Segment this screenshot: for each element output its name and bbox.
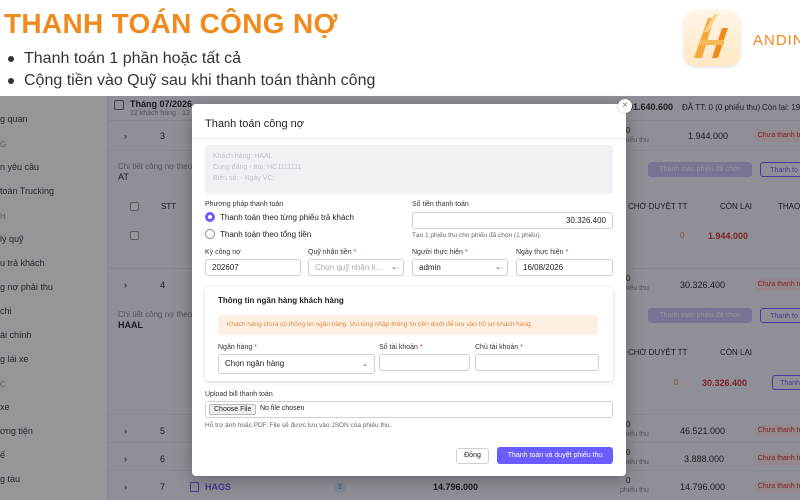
submit-payment-button[interactable]: Thanh toán và duyệt phiếu thu <box>497 447 613 464</box>
info-customer: Khách hàng: HAAL <box>213 153 273 160</box>
bullet-list: Thanh toán 1 phần hoặc tất cả Cộng tiền … <box>8 48 375 92</box>
divider <box>192 138 626 139</box>
upload-label: Upload bill thanh toán <box>205 391 273 398</box>
close-button[interactable]: Đóng <box>456 448 489 464</box>
info-vehicle: Biển số: - Ngày VC: <box>213 175 275 182</box>
account-owner-input[interactable] <box>475 354 599 371</box>
account-owner-label: Chủ tài khoản * <box>475 344 523 351</box>
bank-select[interactable]: Chọn ngân hàng ⌄ <box>218 354 375 374</box>
chevron-down-icon: ⌄ <box>362 361 368 368</box>
info-box: Khách hàng: HAAL Cung đăng - trài: HC111… <box>205 145 613 194</box>
slide-title: THANH TOÁN CÔNG NỢ <box>4 8 338 39</box>
date-label: Ngày thực hiện * <box>516 249 569 256</box>
logo-icon <box>694 14 728 58</box>
fund-select[interactable]: Chọn quỹ nhận ti... ⌄ <box>308 259 404 276</box>
account-number-label: Số tài khoản * <box>379 344 423 351</box>
upload-hint: Hỗ trợ ảnh hoặc PDF. File sẽ được lưu và… <box>205 422 392 429</box>
chevron-down-icon: ⌄ <box>391 264 397 271</box>
file-status: No file chosen <box>260 405 305 412</box>
radio-total-label[interactable]: Thanh toán theo tổng tiền <box>220 230 311 239</box>
amount-input[interactable]: 30.326.400 <box>412 212 613 229</box>
payment-modal: Thanh toán công nợ Khách hàng: HAAL Cung… <box>192 104 626 476</box>
brand-name: ANDIN <box>753 32 800 49</box>
bullet-dot-icon <box>8 56 14 62</box>
bank-warning: Khách hàng chưa có thông tin ngân hàng. … <box>218 315 598 335</box>
fund-label: Quỹ nhận tiền * <box>308 249 357 256</box>
radio-total[interactable] <box>205 229 215 239</box>
bullet-item: Cộng tiền vào Quỹ sau khi thanh toán thà… <box>8 70 375 92</box>
receiver-select[interactable]: admin ⌄ <box>412 259 508 276</box>
bank-label: Ngân hàng * <box>218 344 257 351</box>
period-label: Kỳ công nợ <box>205 249 241 256</box>
period-input[interactable]: 202607 <box>205 259 301 276</box>
slide-header: THANH TOÁN CÔNG NỢ Thanh toán 1 phần hoặ… <box>0 0 800 96</box>
date-input[interactable]: 16/08/2026 <box>516 259 613 276</box>
account-number-input[interactable] <box>379 354 470 371</box>
modal-title: Thanh toán công nợ <box>205 118 304 130</box>
info-debt: Cung đăng - trài: HC1111111 <box>213 164 302 171</box>
radio-each-receipt-label[interactable]: Thanh toán theo từng phiếu trả khách <box>220 213 354 222</box>
bullet-dot-icon <box>8 78 14 84</box>
chevron-down-icon: ⌄ <box>495 264 501 271</box>
bank-info-card: Thông tin ngân hàng khách hàng Khách hàn… <box>205 287 613 381</box>
receiver-label: Người thực hiện * <box>412 249 468 256</box>
close-icon[interactable]: × <box>618 99 632 113</box>
method-label: Phương pháp thanh toán <box>205 201 284 208</box>
choose-file-button[interactable]: Choose File <box>209 404 257 415</box>
amount-hint: Tạo 1 phiếu thu cho phiếu đã chọn (1 phi… <box>412 232 542 239</box>
amount-label: Số tiền thanh toán <box>412 201 469 208</box>
bullet-item: Thanh toán 1 phần hoặc tất cả <box>8 48 375 70</box>
upload-file-input[interactable]: Choose File No file chosen <box>205 401 613 418</box>
radio-each-receipt[interactable] <box>205 212 215 222</box>
brand-logo <box>684 10 740 66</box>
bank-title: Thông tin ngân hàng khách hàng <box>218 296 344 305</box>
